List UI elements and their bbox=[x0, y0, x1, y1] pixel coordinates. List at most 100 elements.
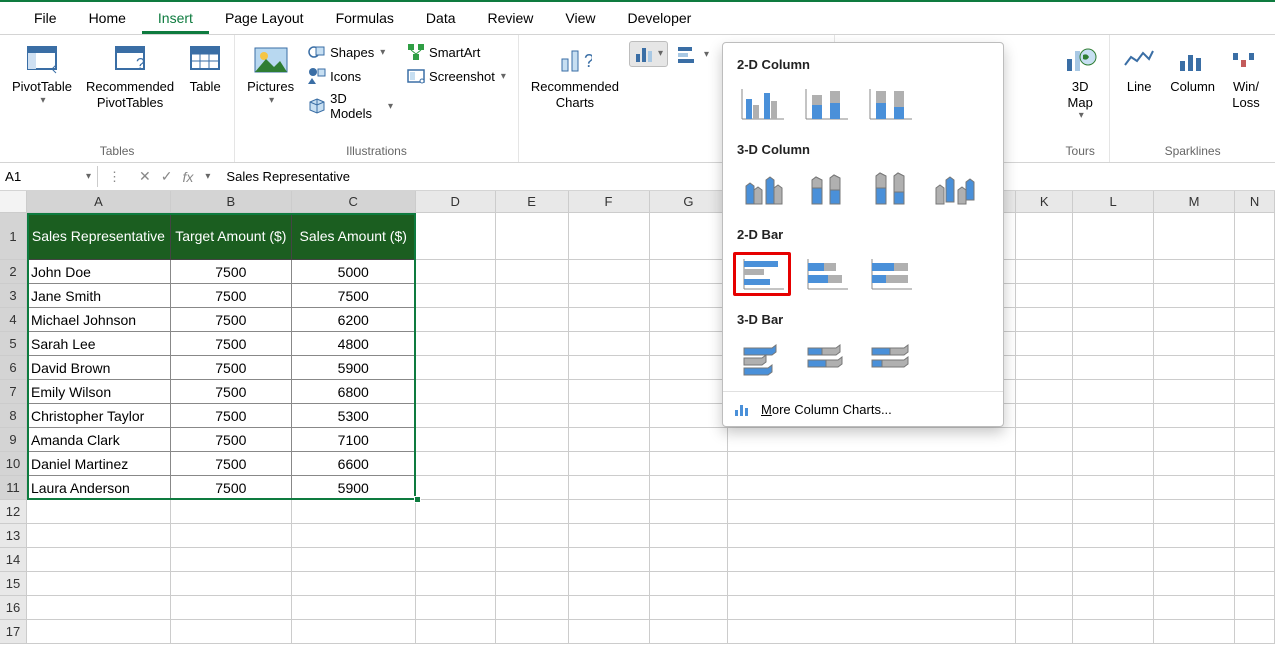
cell[interactable] bbox=[496, 260, 569, 284]
cell[interactable] bbox=[1154, 596, 1235, 620]
cell[interactable] bbox=[1016, 476, 1073, 500]
col-header-g[interactable]: G bbox=[650, 191, 729, 213]
sparkline-winloss-button[interactable]: Win/ Loss bbox=[1225, 41, 1267, 112]
cell[interactable] bbox=[1154, 500, 1235, 524]
select-all-corner[interactable] bbox=[0, 191, 27, 213]
cell[interactable] bbox=[650, 308, 729, 332]
cell[interactable] bbox=[1016, 213, 1073, 260]
cell[interactable] bbox=[416, 620, 496, 644]
cell[interactable]: 6800 bbox=[292, 380, 416, 404]
chevron-down-icon[interactable]: ▾ bbox=[205, 171, 210, 182]
cell[interactable] bbox=[1235, 620, 1275, 644]
cell[interactable] bbox=[1154, 620, 1235, 644]
cell[interactable] bbox=[650, 213, 729, 260]
cell[interactable] bbox=[1154, 260, 1235, 284]
cell[interactable] bbox=[728, 596, 1016, 620]
cell[interactable] bbox=[1154, 428, 1235, 452]
cell[interactable] bbox=[569, 404, 650, 428]
chart-clustered-bar[interactable] bbox=[733, 252, 791, 296]
cell[interactable]: Laura Anderson bbox=[27, 476, 171, 500]
cell[interactable]: 7500 bbox=[171, 356, 292, 380]
shapes-button[interactable]: Shapes▾ bbox=[304, 41, 397, 63]
cell[interactable] bbox=[569, 260, 650, 284]
cell[interactable] bbox=[1073, 548, 1154, 572]
cell[interactable] bbox=[496, 452, 569, 476]
row-header[interactable]: 15 bbox=[0, 572, 27, 596]
cell[interactable] bbox=[1235, 380, 1275, 404]
cell[interactable]: 7500 bbox=[171, 380, 292, 404]
cell[interactable] bbox=[171, 596, 292, 620]
menu-file[interactable]: File bbox=[18, 6, 73, 34]
cell[interactable] bbox=[1016, 572, 1073, 596]
cell[interactable] bbox=[728, 452, 1016, 476]
cell[interactable]: John Doe bbox=[27, 260, 171, 284]
cell-b1[interactable]: Target Amount ($) bbox=[171, 213, 292, 260]
cell[interactable]: 6200 bbox=[292, 308, 416, 332]
cell[interactable]: 7500 bbox=[171, 404, 292, 428]
cell[interactable]: Daniel Martinez bbox=[27, 452, 171, 476]
chart-3d-100-stacked-column[interactable] bbox=[861, 167, 919, 211]
3dmodels-button[interactable]: 3D Models▾ bbox=[304, 89, 397, 123]
chart-3d-clustered-bar[interactable] bbox=[733, 337, 791, 381]
3dmap-button[interactable]: 3D Map▾ bbox=[1059, 41, 1101, 124]
cell[interactable] bbox=[1016, 500, 1073, 524]
cell[interactable] bbox=[1073, 572, 1154, 596]
cell[interactable] bbox=[1016, 308, 1073, 332]
cell[interactable]: 7500 bbox=[171, 476, 292, 500]
row-header[interactable]: 3 bbox=[0, 284, 27, 308]
cell[interactable] bbox=[1016, 332, 1073, 356]
cell[interactable] bbox=[27, 500, 171, 524]
cell[interactable]: 5300 bbox=[292, 404, 416, 428]
cell[interactable] bbox=[292, 500, 416, 524]
recommended-pivottables-button[interactable]: ? Recommended PivotTables bbox=[82, 41, 178, 112]
cell[interactable] bbox=[728, 476, 1016, 500]
cell[interactable] bbox=[650, 596, 729, 620]
cell[interactable] bbox=[1235, 524, 1275, 548]
cell[interactable] bbox=[1073, 308, 1154, 332]
cell[interactable]: Emily Wilson bbox=[27, 380, 171, 404]
cell[interactable] bbox=[569, 380, 650, 404]
name-box[interactable] bbox=[0, 166, 84, 187]
cell[interactable] bbox=[728, 428, 1016, 452]
chart-3d-stacked-column[interactable] bbox=[797, 167, 855, 211]
cell[interactable] bbox=[569, 476, 650, 500]
cell[interactable] bbox=[1235, 476, 1275, 500]
cell[interactable] bbox=[1073, 500, 1154, 524]
cell[interactable]: 7500 bbox=[171, 284, 292, 308]
cell[interactable] bbox=[416, 500, 496, 524]
cell[interactable] bbox=[292, 620, 416, 644]
row-header[interactable]: 12 bbox=[0, 500, 27, 524]
pictures-button[interactable]: Pictures ▾ bbox=[243, 41, 298, 109]
cell[interactable] bbox=[1235, 213, 1275, 260]
row-header[interactable]: 2 bbox=[0, 260, 27, 284]
cell[interactable] bbox=[1016, 620, 1073, 644]
cell[interactable] bbox=[171, 620, 292, 644]
pivottable-button[interactable]: PivotTable ▾ bbox=[8, 41, 76, 109]
cell[interactable] bbox=[1154, 213, 1235, 260]
cell[interactable] bbox=[416, 213, 496, 260]
cell[interactable] bbox=[569, 500, 650, 524]
cell[interactable] bbox=[650, 620, 729, 644]
cell[interactable] bbox=[1154, 572, 1235, 596]
cell[interactable] bbox=[650, 548, 729, 572]
cell[interactable] bbox=[650, 332, 729, 356]
cell[interactable]: Michael Johnson bbox=[27, 308, 171, 332]
cell[interactable] bbox=[27, 620, 171, 644]
cell[interactable] bbox=[1154, 476, 1235, 500]
cell[interactable] bbox=[27, 596, 171, 620]
cell[interactable] bbox=[569, 596, 650, 620]
cell[interactable] bbox=[416, 260, 496, 284]
chart-100-stacked-bar[interactable] bbox=[861, 252, 919, 296]
cell[interactable] bbox=[1235, 428, 1275, 452]
col-header-m[interactable]: M bbox=[1154, 191, 1235, 213]
menu-data[interactable]: Data bbox=[410, 6, 472, 34]
cell[interactable] bbox=[1154, 404, 1235, 428]
cell[interactable] bbox=[496, 380, 569, 404]
cell[interactable] bbox=[1235, 572, 1275, 596]
cell[interactable] bbox=[1016, 428, 1073, 452]
cell[interactable]: Christopher Taylor bbox=[27, 404, 171, 428]
cell[interactable]: 7500 bbox=[171, 260, 292, 284]
cell[interactable] bbox=[416, 596, 496, 620]
row-header[interactable]: 6 bbox=[0, 356, 27, 380]
cell[interactable] bbox=[1016, 260, 1073, 284]
